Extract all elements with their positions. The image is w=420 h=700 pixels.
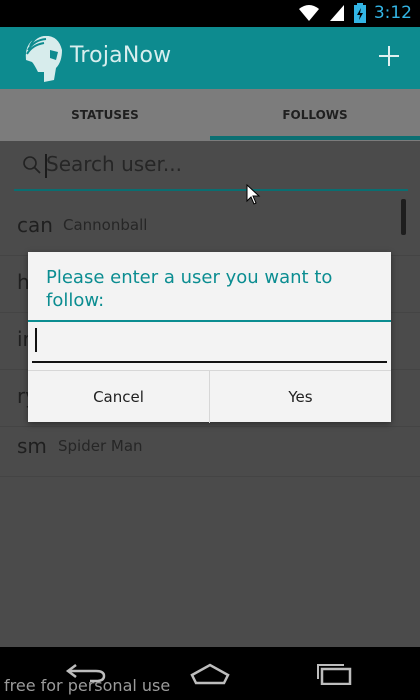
search-underline xyxy=(14,189,408,191)
battery-charging-icon xyxy=(353,3,366,23)
dialog-title: Please enter a user you want to follow: xyxy=(46,267,333,311)
follow-user-dialog: Please enter a user you want to follow: … xyxy=(28,252,391,423)
list-scrollbar[interactable] xyxy=(401,199,406,235)
watermark-text: free for personal use xyxy=(4,676,171,695)
follow-username-input[interactable] xyxy=(32,328,387,364)
list-item[interactable]: sm Spider Man xyxy=(0,420,420,477)
app-title: TrojaNow xyxy=(70,43,172,68)
search-input[interactable]: Search user... xyxy=(46,148,401,180)
home-icon[interactable] xyxy=(188,661,232,685)
list-item[interactable]: can Cannonball xyxy=(0,199,420,256)
recent-apps-icon[interactable] xyxy=(312,661,356,685)
status-icons: 3:12 xyxy=(298,3,412,23)
user-name: Cannonball xyxy=(63,216,148,234)
add-icon[interactable] xyxy=(372,39,406,73)
user-name: Spider Man xyxy=(58,437,143,455)
user-handle: sm xyxy=(17,434,47,458)
signal-icon xyxy=(329,5,344,21)
input-underline xyxy=(32,361,387,363)
app-bar: TrojaNow xyxy=(0,27,420,89)
yes-button[interactable]: Yes xyxy=(210,371,391,423)
cancel-button[interactable]: Cancel xyxy=(28,371,209,423)
wifi-icon xyxy=(298,5,319,21)
status-bar: 3:12 xyxy=(0,0,420,27)
dialog-button-bar: Cancel Yes xyxy=(28,370,391,423)
tab-follows[interactable]: FOLLOWS xyxy=(210,89,420,141)
dialog-title-divider xyxy=(28,320,391,322)
search-text-cursor xyxy=(45,154,47,178)
user-handle: can xyxy=(17,213,53,237)
active-tab-indicator xyxy=(210,136,420,140)
tab-statuses[interactable]: STATUSES xyxy=(0,89,210,141)
tab-bar: STATUSES FOLLOWS xyxy=(0,89,420,141)
trojan-helmet-logo-icon xyxy=(25,33,62,82)
input-text-cursor xyxy=(35,328,37,352)
search-icon xyxy=(23,156,41,174)
clock: 3:12 xyxy=(373,3,412,23)
search-bar: Search user... xyxy=(14,141,408,191)
